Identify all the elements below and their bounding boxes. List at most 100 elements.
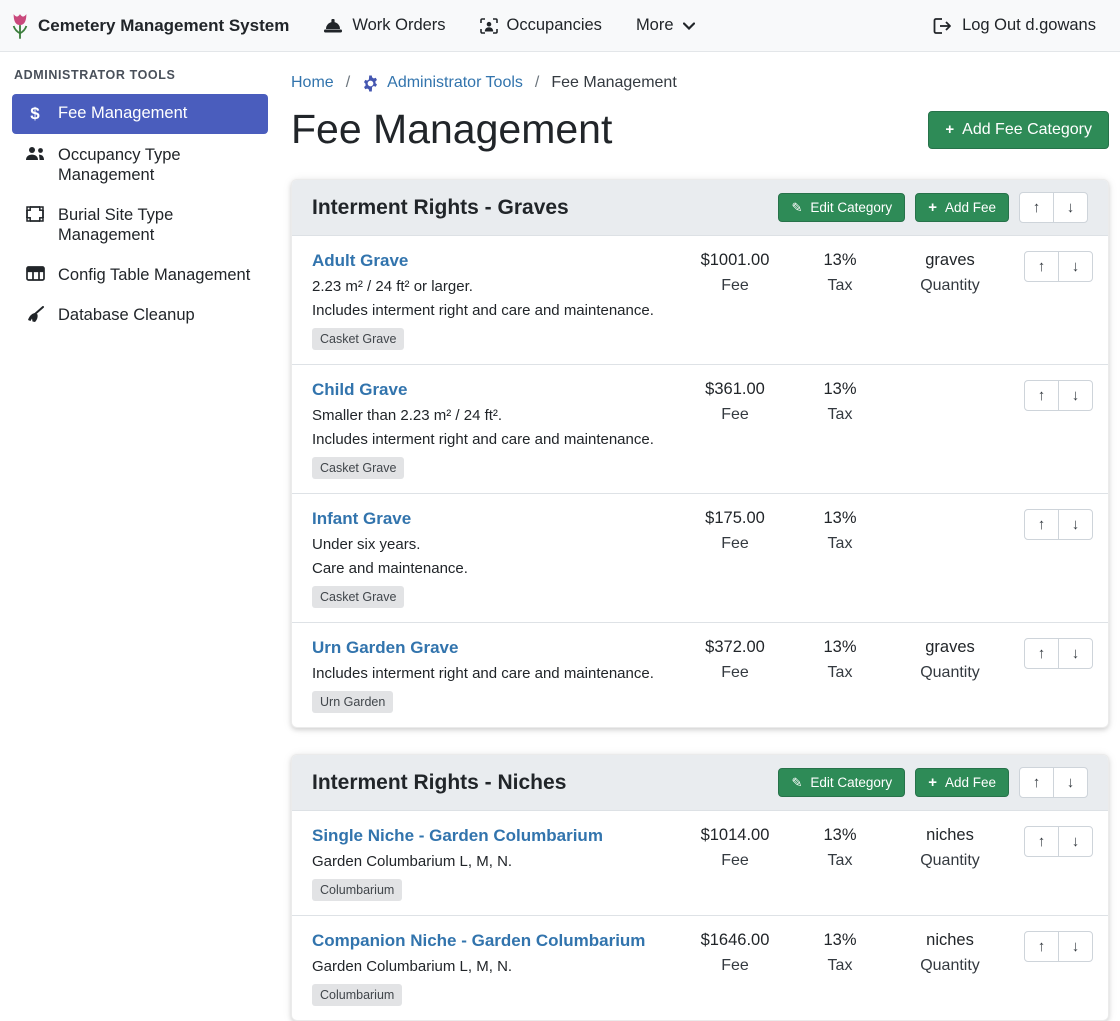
add-fee-button[interactable]: + Add Fee <box>915 193 1009 222</box>
fee-quantity-col: graves Quantity <box>890 638 1010 682</box>
move-category-down-button[interactable]: ↓ <box>1053 192 1088 223</box>
arrow-up-icon: ↑ <box>1038 517 1046 532</box>
fee-quantity-col: graves Quantity <box>890 251 1010 295</box>
plus-icon: + <box>928 200 937 215</box>
move-fee-down-button[interactable]: ↓ <box>1058 638 1093 669</box>
arrow-down-icon: ↓ <box>1072 646 1080 661</box>
fee-descriptions: Garden Columbarium L, M, N. <box>312 958 670 975</box>
fee-descriptions: Smaller than 2.23 m² / 24 ft².Includes i… <box>312 407 670 448</box>
sidebar-item-fee-management[interactable]: $ Fee Management <box>12 94 268 134</box>
breadcrumb: Home / Administrator Tools / Fee Managem… <box>291 74 1109 92</box>
sidebar-item-label: Config Table Management <box>58 265 250 285</box>
table-icon <box>24 266 46 281</box>
edit-category-button[interactable]: ✎ Edit Category <box>778 193 905 222</box>
arrow-down-icon: ↓ <box>1072 939 1080 954</box>
move-fee-down-button[interactable]: ↓ <box>1058 509 1093 540</box>
fee-amount: $1646.00 <box>680 931 790 950</box>
breadcrumb-home-link[interactable]: Home <box>291 74 334 92</box>
sidebar-item-database-cleanup[interactable]: Database Cleanup <box>12 296 268 334</box>
fee-tax: 13% <box>790 251 890 270</box>
logout-button[interactable]: Log Out d.gowans <box>933 16 1096 35</box>
breadcrumb-separator: / <box>346 74 350 92</box>
nav-label: Occupancies <box>507 16 602 35</box>
move-fee-down-button[interactable]: ↓ <box>1058 931 1093 962</box>
fee-description: Care and maintenance. <box>312 560 670 577</box>
fee-amount-col: $1646.00 Fee <box>680 931 790 975</box>
fee-type-badge: Columbarium <box>312 879 402 901</box>
add-fee-category-button[interactable]: + Add Fee Category <box>928 111 1109 149</box>
move-category-up-button[interactable]: ↑ <box>1019 767 1054 798</box>
move-fee-up-button[interactable]: ↑ <box>1024 638 1059 669</box>
fee-category-card: Interment Rights - Graves ✎ Edit Categor… <box>291 179 1109 728</box>
nav-item-occupancies[interactable]: Occupancies <box>480 16 602 35</box>
fee-reorder-group: ↑ ↓ <box>1024 931 1093 962</box>
fee-descriptions: Garden Columbarium L, M, N. <box>312 853 670 870</box>
move-category-up-button[interactable]: ↑ <box>1019 192 1054 223</box>
move-fee-up-button[interactable]: ↑ <box>1024 509 1059 540</box>
plus-icon: + <box>945 122 954 137</box>
fee-name-link[interactable]: Urn Garden Grave <box>312 638 458 658</box>
add-fee-button[interactable]: + Add Fee <box>915 768 1009 797</box>
move-category-down-button[interactable]: ↓ <box>1053 767 1088 798</box>
categories: Interment Rights - Graves ✎ Edit Categor… <box>291 179 1109 1021</box>
fee-quantity-label: Quantity <box>890 277 1010 295</box>
fee-name-link[interactable]: Single Niche - Garden Columbarium <box>312 826 603 846</box>
fee-details: Companion Niche - Garden Columbarium Gar… <box>312 931 680 1006</box>
fee-description: Garden Columbarium L, M, N. <box>312 853 670 870</box>
arrow-down-icon: ↓ <box>1072 259 1080 274</box>
sidebar-item-burial-site-type-management[interactable]: Burial Site Type Management <box>12 196 268 254</box>
nav-item-work-orders[interactable]: Work Orders <box>323 16 445 35</box>
fee-tax-col: 13% Tax <box>790 638 890 682</box>
page-title: Fee Management <box>291 106 612 153</box>
move-fee-up-button[interactable]: ↑ <box>1024 931 1059 962</box>
fee-tax-col: 13% Tax <box>790 380 890 424</box>
move-fee-up-button[interactable]: ↑ <box>1024 380 1059 411</box>
fee-row: Single Niche - Garden Columbarium Garden… <box>292 811 1108 915</box>
tulip-logo-icon <box>10 11 30 41</box>
move-fee-up-button[interactable]: ↑ <box>1024 826 1059 857</box>
move-fee-up-button[interactable]: ↑ <box>1024 251 1059 282</box>
fee-description: Includes interment right and care and ma… <box>312 302 670 319</box>
fee-amount-label: Fee <box>680 406 790 424</box>
fee-reorder-group: ↑ ↓ <box>1024 380 1093 411</box>
arrow-up-icon: ↑ <box>1038 388 1046 403</box>
app-brand[interactable]: Cemetery Management System <box>10 11 289 41</box>
fee-tax-col: 13% Tax <box>790 826 890 870</box>
edit-category-button[interactable]: ✎ Edit Category <box>778 768 905 797</box>
category-reorder-group: ↑ ↓ <box>1019 767 1088 798</box>
fee-row: Adult Grave 2.23 m² / 24 ft² or larger.I… <box>292 236 1108 364</box>
arrow-up-icon: ↑ <box>1033 200 1041 215</box>
nav-item-more[interactable]: More <box>636 16 695 35</box>
gear-icon <box>362 75 379 92</box>
breadcrumb-admin-tools-link[interactable]: Administrator Tools <box>362 74 523 92</box>
move-fee-down-button[interactable]: ↓ <box>1058 251 1093 282</box>
fee-reorder-group: ↑ ↓ <box>1024 638 1093 669</box>
fee-name-link[interactable]: Companion Niche - Garden Columbarium <box>312 931 645 951</box>
app-title: Cemetery Management System <box>38 16 289 36</box>
fee-amount-label: Fee <box>680 535 790 553</box>
fee-tax-label: Tax <box>790 852 890 870</box>
fee-amount: $1014.00 <box>680 826 790 845</box>
nav-label: More <box>636 16 674 35</box>
sidebar-item-config-table-management[interactable]: Config Table Management <box>12 256 268 294</box>
move-fee-down-button[interactable]: ↓ <box>1058 826 1093 857</box>
fee-name-link[interactable]: Adult Grave <box>312 251 408 271</box>
edit-category-label: Edit Category <box>810 200 892 215</box>
fee-category-card: Interment Rights - Niches ✎ Edit Categor… <box>291 754 1109 1021</box>
arrow-down-icon: ↓ <box>1072 834 1080 849</box>
move-fee-down-button[interactable]: ↓ <box>1058 380 1093 411</box>
fee-quantity-label: Quantity <box>890 957 1010 975</box>
fee-amount: $175.00 <box>680 509 790 528</box>
fee-amount-col: $372.00 Fee <box>680 638 790 682</box>
fee-tax-label: Tax <box>790 957 890 975</box>
arrow-down-icon: ↓ <box>1067 775 1075 790</box>
category-title: Interment Rights - Niches <box>312 771 778 795</box>
fee-name-link[interactable]: Infant Grave <box>312 509 411 529</box>
fee-list: Single Niche - Garden Columbarium Garden… <box>292 811 1108 1020</box>
sidebar-item-occupancy-type-management[interactable]: Occupancy Type Management <box>12 136 268 194</box>
fee-amount: $372.00 <box>680 638 790 657</box>
fee-tax: 13% <box>790 509 890 528</box>
fee-reorder-group: ↑ ↓ <box>1024 251 1093 282</box>
fee-name-link[interactable]: Child Grave <box>312 380 407 400</box>
fee-amount-label: Fee <box>680 664 790 682</box>
